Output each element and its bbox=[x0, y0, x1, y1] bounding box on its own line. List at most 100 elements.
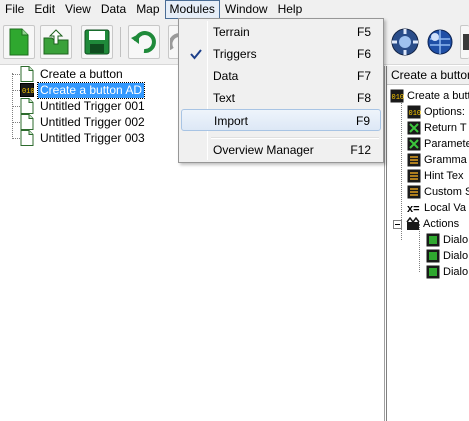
menu-edit[interactable]: Edit bbox=[29, 0, 60, 19]
menu-item-terrain[interactable]: Terrain F5 bbox=[181, 21, 381, 43]
menu-view[interactable]: View bbox=[60, 0, 96, 19]
triggers-module-button[interactable] bbox=[389, 25, 421, 59]
tree-item-untitled-trigger-002[interactable]: Untitled Trigger 002 bbox=[20, 114, 147, 130]
tree-item-untitled-trigger-001[interactable]: Untitled Trigger 001 bbox=[20, 98, 147, 114]
tree-branch bbox=[12, 74, 20, 75]
detail-item-hint-text[interactable]: Hint Tex bbox=[407, 168, 464, 184]
detail-item-label: Custom S bbox=[424, 186, 469, 198]
custom-icon bbox=[407, 185, 421, 199]
collapse-icon[interactable] bbox=[393, 219, 402, 229]
detail-item-label: Dialo bbox=[443, 250, 469, 262]
dialog-icon bbox=[426, 265, 440, 279]
tree-item-create-a-button-ad[interactable]: 010 Create a button AD bbox=[20, 81, 146, 99]
save-icon bbox=[84, 29, 110, 55]
globe-gear-icon bbox=[427, 29, 453, 55]
menu-item-text[interactable]: Text F8 bbox=[181, 87, 381, 109]
detail-item-dialog-action[interactable]: Dialo bbox=[426, 248, 468, 264]
svg-text:010: 010 bbox=[392, 94, 405, 102]
document-icon bbox=[20, 114, 34, 130]
detail-item-label: Dialo bbox=[443, 234, 469, 246]
detail-item-label: Return T bbox=[424, 122, 467, 134]
more-toolbar-button[interactable] bbox=[460, 25, 469, 59]
menu-item-data[interactable]: Data F7 bbox=[181, 65, 381, 87]
document-icon bbox=[20, 66, 34, 82]
detail-item-local-variables[interactable]: x= Local Va bbox=[407, 200, 466, 216]
new-document-icon bbox=[9, 28, 29, 56]
detail-item-label: Options: bbox=[424, 106, 465, 118]
dialog-icon bbox=[426, 249, 440, 263]
menu-item-label: Terrain bbox=[213, 25, 250, 39]
local-var-icon: x= bbox=[407, 203, 420, 215]
undo-icon bbox=[131, 31, 156, 54]
menu-item-import[interactable]: Import F9 bbox=[181, 109, 381, 131]
detail-item-label: Gramma bbox=[424, 154, 467, 166]
detail-item-label: Actions bbox=[423, 218, 460, 230]
panel-header: Create a button . bbox=[387, 66, 469, 85]
tree-item-create-a-button[interactable]: Create a button bbox=[20, 66, 125, 82]
svg-text:010: 010 bbox=[22, 88, 34, 96]
svg-text:010: 010 bbox=[409, 110, 422, 118]
menu-item-label: Text bbox=[213, 91, 236, 105]
detail-item-trigger[interactable]: 010 Create a butt bbox=[390, 88, 469, 104]
data-module-button[interactable] bbox=[424, 25, 456, 59]
svg-text:x=: x= bbox=[407, 203, 420, 215]
detail-item-label: Parameter bbox=[424, 138, 469, 150]
parameter-icon bbox=[407, 137, 421, 151]
menu-modules[interactable]: Modules bbox=[164, 0, 220, 19]
return-icon bbox=[407, 121, 421, 135]
menu-window[interactable]: Window bbox=[220, 0, 273, 19]
new-document-button[interactable] bbox=[3, 25, 35, 59]
tree-branch bbox=[12, 106, 20, 107]
menu-item-shortcut: F12 bbox=[350, 143, 371, 157]
tree-item-label: Untitled Trigger 003 bbox=[40, 130, 145, 145]
menu-data[interactable]: Data bbox=[96, 0, 131, 19]
tree-branch bbox=[12, 90, 20, 91]
detail-item-actions[interactable]: Actions bbox=[393, 216, 459, 232]
tree-item-label: Untitled Trigger 001 bbox=[40, 98, 145, 113]
tree-item-label: Create a button AD bbox=[36, 81, 146, 99]
detail-item-dialog-action[interactable]: Dialo bbox=[426, 232, 468, 248]
menu-item-label: Triggers bbox=[213, 47, 257, 61]
tree-item-label: Untitled Trigger 002 bbox=[40, 114, 145, 129]
tree-item-label: Create a button bbox=[40, 66, 123, 81]
undo-button[interactable] bbox=[128, 25, 160, 59]
menu-item-triggers[interactable]: Triggers F6 bbox=[181, 43, 381, 65]
menu-file[interactable]: File bbox=[0, 0, 29, 19]
detail-item-custom-script[interactable]: Custom S bbox=[407, 184, 469, 200]
detail-item-grammar[interactable]: Gramma bbox=[407, 152, 467, 168]
modules-dropdown-menu: Terrain F5 Triggers F6 Data F7 Text F8 I… bbox=[178, 18, 384, 163]
detail-item-parameters[interactable]: Parameter bbox=[407, 136, 469, 152]
detail-item-label: Dialo bbox=[443, 266, 469, 278]
save-button[interactable] bbox=[81, 25, 113, 59]
detail-item-options[interactable]: 010 Options: bbox=[407, 104, 465, 120]
menu-map[interactable]: Map bbox=[131, 0, 164, 19]
document-icon bbox=[20, 130, 34, 146]
tree-branch bbox=[12, 122, 20, 123]
toolbar-separator bbox=[120, 27, 121, 57]
document-icon bbox=[20, 98, 34, 114]
menu-item-label: Data bbox=[213, 69, 239, 83]
menu-item-overview-manager[interactable]: Overview Manager F12 bbox=[181, 139, 381, 161]
open-button[interactable] bbox=[40, 25, 72, 59]
detail-item-return-type[interactable]: Return T bbox=[407, 120, 467, 136]
tree-branch bbox=[12, 138, 20, 139]
menu-item-shortcut: F6 bbox=[356, 47, 371, 61]
menu-bar: File Edit View Data Map Modules Window H… bbox=[0, 0, 469, 19]
menu-help[interactable]: Help bbox=[273, 0, 308, 19]
menu-item-label: Overview Manager bbox=[213, 143, 314, 157]
menu-item-shortcut: F5 bbox=[356, 25, 371, 39]
hint-icon bbox=[407, 169, 421, 183]
detail-item-dialog-action[interactable]: Dialo bbox=[426, 264, 468, 280]
detail-item-label: Create a butt bbox=[407, 90, 469, 102]
menu-item-shortcut: F7 bbox=[356, 69, 371, 83]
checkmark-icon bbox=[190, 49, 202, 60]
dialog-icon bbox=[426, 233, 440, 247]
menu-item-label: Import bbox=[214, 114, 249, 128]
tree-item-untitled-trigger-003[interactable]: Untitled Trigger 003 bbox=[20, 130, 147, 146]
open-folder-icon bbox=[43, 29, 69, 55]
menu-item-shortcut: F8 bbox=[356, 91, 371, 105]
arrow-icon bbox=[463, 34, 469, 50]
options-icon: 010 bbox=[407, 105, 421, 119]
trigger-icon: 010 bbox=[390, 89, 404, 103]
grammar-icon bbox=[407, 153, 421, 167]
